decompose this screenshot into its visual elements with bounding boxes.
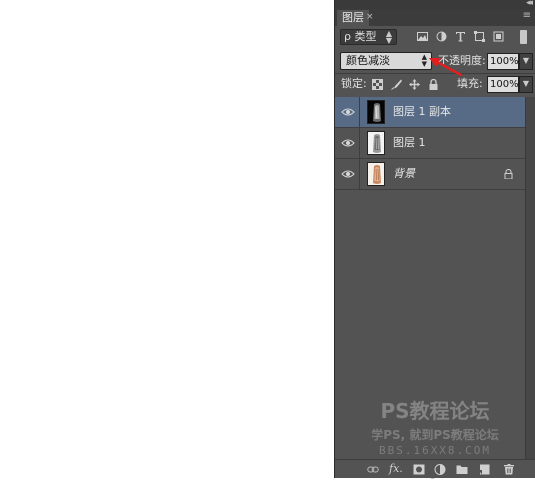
visibility-eye-icon[interactable] — [341, 169, 355, 179]
watermark-url: BBS.16XX8.COM — [378, 444, 492, 457]
tab-layers[interactable]: 图层 — [337, 10, 369, 26]
filter-toggle-switch[interactable] — [520, 30, 527, 44]
watermark-subtitle: 学PS, 就到PS教程论坛 — [371, 428, 499, 442]
fill-dropdown-button[interactable]: ▼ — [519, 76, 533, 93]
search-icon: ρ — [344, 30, 351, 43]
panel-menu-icon[interactable]: ≡ — [523, 9, 531, 23]
blend-mode-value: 颜色减淡 — [346, 54, 390, 67]
panel-top-strip: ◂◂ — [335, 0, 535, 9]
type-layer-filter-icon[interactable] — [455, 31, 466, 42]
layer-name[interactable]: 背景 — [393, 159, 415, 189]
layers-list: 图层 1 副本 图层 1 背景 PS教程论坛 学PS, 就到PS教程论坛 BBS… — [335, 97, 525, 480]
lock-transparent-pixels-icon[interactable] — [372, 79, 383, 90]
layer-thumbnail — [367, 162, 385, 186]
pixel-layer-filter-icon[interactable] — [417, 31, 428, 42]
layers-scrollbar[interactable] — [525, 97, 535, 459]
thumbnail-image — [368, 132, 384, 154]
link-icon[interactable] — [367, 464, 379, 475]
document-canvas[interactable] — [0, 0, 334, 478]
filter-kind-select[interactable]: ρ 类型 ▲ ▼ — [340, 29, 397, 45]
smart-object-filter-icon[interactable] — [493, 31, 504, 42]
visibility-eye-icon[interactable] — [341, 107, 355, 117]
adjustment-icon[interactable] — [434, 464, 446, 475]
lock-position-icon[interactable] — [409, 79, 420, 90]
layer-thumbnail — [367, 131, 385, 155]
layer-row-background[interactable]: 背景 — [335, 159, 525, 190]
thumbnail-image — [368, 163, 384, 185]
opacity-input[interactable]: 100% — [487, 53, 519, 70]
fx-icon[interactable]: fx. — [389, 461, 403, 477]
layer-thumbnail — [367, 100, 385, 124]
layer-locked-icon — [504, 169, 513, 179]
layers-panel: ◂◂ 图层 × ≡ ρ 类型 ▲ ▼ 颜色减淡 ▲ ▼ 不透明度: 100% ▼… — [334, 0, 535, 480]
panel-tab-bar: 图层 × ≡ — [335, 9, 535, 26]
thumbnail-image — [368, 101, 384, 123]
lock-label: 锁定: — [341, 77, 367, 90]
trash-icon[interactable] — [503, 464, 515, 475]
layer-row-layer1-copy[interactable]: 图层 1 副本 — [335, 97, 525, 128]
adjustment-layer-filter-icon[interactable] — [436, 31, 447, 42]
filter-kind-label: 类型 — [354, 30, 377, 43]
tab-layers-label: 图层 — [342, 11, 364, 24]
collapse-panel-icon[interactable]: ◂◂ — [526, 0, 533, 8]
red-annotation-arrow — [429, 58, 463, 77]
layer-filter-row: ρ 类型 ▲ ▼ — [335, 26, 535, 48]
group-folder-icon[interactable] — [456, 464, 468, 475]
mask-icon[interactable] — [413, 464, 425, 475]
new-layer-icon[interactable] — [478, 464, 490, 475]
divider — [359, 97, 360, 127]
opacity-dropdown-button[interactable]: ▼ — [519, 53, 533, 70]
layers-bottom-toolbar: fx. — [335, 459, 535, 478]
divider — [359, 159, 360, 189]
layer-name[interactable]: 图层 1 — [393, 128, 426, 158]
shape-layer-filter-icon[interactable] — [474, 31, 485, 42]
fill-input[interactable]: 100% — [487, 76, 519, 93]
layer-name[interactable]: 图层 1 副本 — [393, 97, 451, 127]
blend-mode-select[interactable]: 颜色减淡 ▲ ▼ — [340, 52, 432, 70]
layer-row-layer1[interactable]: 图层 1 — [335, 128, 525, 159]
divider — [359, 128, 360, 158]
lock-image-pixels-icon[interactable] — [391, 79, 402, 90]
tab-close-icon[interactable]: × — [366, 9, 374, 25]
lock-all-icon[interactable] — [428, 79, 439, 90]
select-arrows-icon: ▲ ▼ — [385, 29, 392, 45]
visibility-eye-icon[interactable] — [341, 138, 355, 148]
watermark-title: PS教程论坛 — [380, 399, 490, 423]
